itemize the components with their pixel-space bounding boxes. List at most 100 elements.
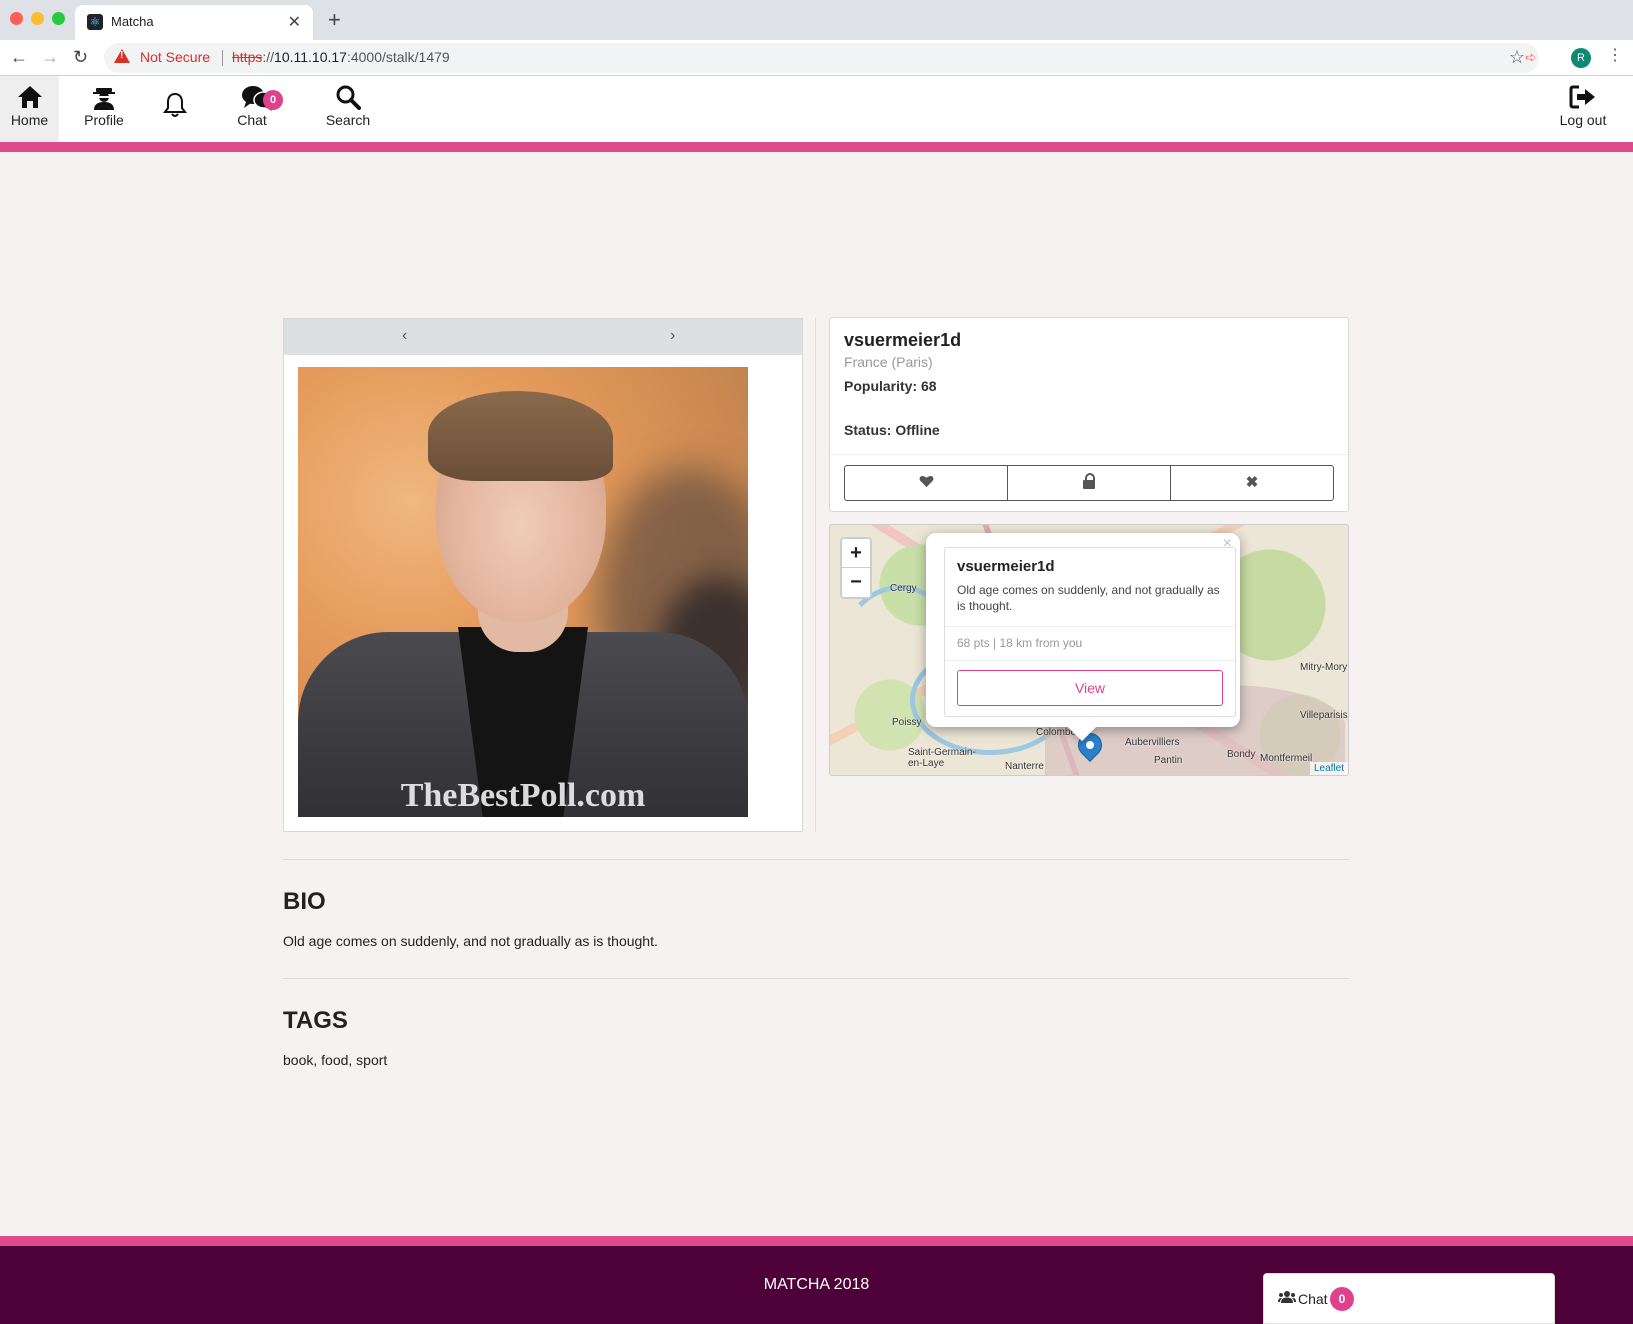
tags-text: book, food, sport [283,1052,388,1068]
popup-divider [945,660,1235,661]
url-text[interactable]: https://10.11.10.17:4000/stalk/1479 [232,49,450,65]
home-icon [0,76,59,110]
nav-logout[interactable]: Log out [1550,76,1616,142]
nav-home[interactable]: Home [0,76,59,142]
sign-out-icon [1550,76,1616,110]
popup-divider [945,626,1235,627]
nav-search-label: Search [325,112,371,128]
users-icon [1278,1291,1296,1306]
popup-bio: Old age comes on suddenly, and not gradu… [957,583,1220,613]
like-button[interactable] [845,466,1008,500]
omnibox-divider [222,50,223,66]
user-secret-icon [70,76,138,110]
chevron-right-icon[interactable]: › [670,327,675,345]
address-toolbar: ← → ↻ Not Secure https://10.11.10.17:400… [0,40,1633,76]
browser-tab[interactable]: ⚛ Matcha ✕ [75,5,313,40]
zoom-out-button[interactable]: − [842,568,870,597]
nav-search[interactable]: Search [318,76,378,142]
map-popup: × vsuermeier1d Old age comes on suddenly… [926,533,1240,727]
chevron-left-icon[interactable]: ‹ [402,327,407,345]
nav-profile[interactable]: Profile [70,76,138,142]
photo-hair [428,391,613,481]
tab-close-icon[interactable]: ✕ [288,12,301,32]
url-bar[interactable]: Not Secure https://10.11.10.17:4000/stal… [104,43,1539,73]
map-place-label: Aubervilliers [1125,737,1180,748]
browser-tabbar: ⚛ Matcha ✕ + [0,0,1633,40]
lock-icon [1083,473,1095,489]
profile-photo: TheBestPoll.com [298,367,748,817]
map-place-label: Bondy [1227,749,1256,760]
map-place-label: Montfermeil [1260,753,1313,764]
profile-action-buttons: ✖ [844,465,1334,501]
app-navbar: Home Profile 0 Chat Search Log out [0,76,1633,142]
section-divider [283,978,1349,979]
heart-icon [919,474,934,491]
new-tab-button[interactable]: + [328,8,341,32]
nav-chat-label: Chat [237,112,267,128]
section-divider [283,859,1349,860]
column-divider [815,318,816,832]
map-place-label: Pantin [1154,755,1183,766]
back-arrow-icon[interactable]: ← [10,47,28,67]
map-place-label: Villeparisis [1300,710,1348,721]
profile-username: vsuermeier1d [844,330,962,350]
footer-accent-bar [0,1236,1633,1246]
comments-icon [218,76,298,111]
url-host: 10.11.10.17 [274,49,347,65]
map-place-label: Nanterre [1005,761,1044,772]
react-icon: ⚛ [87,14,103,30]
map-place-label: Mitry-Mory [1300,662,1348,673]
popup-username: vsuermeier1d [957,558,1055,575]
bio-text: Old age comes on suddenly, and not gradu… [283,933,658,949]
url-scheme: https [232,49,263,65]
photo-carousel: ‹ › TheBestPoll.com [283,318,803,832]
chat-widget-badge: 0 [1330,1287,1354,1311]
bio-heading: BIO [283,888,326,915]
bookmark-star-icon[interactable]: ☆ [1509,47,1525,68]
tab-title: Matcha [111,14,154,29]
browser-profile-avatar[interactable]: R [1571,48,1591,68]
header-accent-bar [0,142,1633,152]
block-button[interactable] [1008,466,1171,500]
browser-menu-icon[interactable]: ⋮ [1607,46,1623,66]
window-minimize-button[interactable] [31,12,44,25]
window-close-button[interactable] [10,12,23,25]
chat-widget-label: Chat [1298,1291,1328,1307]
map-place-label: Poissy [892,717,922,728]
reload-icon[interactable]: ↻ [73,47,88,67]
card-divider [830,454,1348,455]
photo-watermark: TheBestPoll.com [400,777,646,814]
profile-info-card: vsuermeier1d France (Paris) Popularity: … [829,317,1349,512]
popup-meta: 68 pts | 18 km from you [957,636,1083,650]
leaflet-attribution-link[interactable]: Leaflet [1309,762,1348,775]
window-zoom-button[interactable] [52,12,65,25]
location-map[interactable]: Cergy Poissy Saint-Germain-en-Laye Nante… [829,524,1349,776]
nav-chat[interactable]: 0 Chat [218,76,298,142]
url-path: :4000/stalk/1479 [346,49,450,65]
security-label[interactable]: Not Secure [140,49,210,65]
close-icon: ✖ [1245,474,1259,491]
profile-popularity: Popularity: 68 [844,378,937,394]
warning-icon [114,49,130,63]
popup-card: vsuermeier1d Old age comes on suddenly, … [944,547,1236,717]
view-profile-button[interactable]: View [957,670,1223,706]
forward-arrow-icon[interactable]: → [41,47,59,67]
nav-logout-label: Log out [1559,112,1607,128]
chat-count-badge: 0 [263,90,283,110]
zoom-in-button[interactable]: + [842,539,870,568]
nav-profile-label: Profile [84,112,124,128]
map-zoom-control: + − [840,537,872,599]
map-place-label: Cergy [890,583,917,594]
nav-notifications[interactable] [155,76,195,142]
profile-location: France (Paris) [844,354,933,370]
extension-icon[interactable]: ➪ [1525,49,1543,65]
profile-status: Status: Offline [844,422,940,438]
chat-widget[interactable]: Chat 0 [1263,1273,1555,1324]
carousel-controls: ‹ › [284,319,802,355]
nav-home-label: Home [10,112,49,128]
bell-icon [155,76,195,117]
dismiss-button[interactable]: ✖ [1171,466,1333,500]
map-place-label: Saint-Germain-en-Laye [908,747,976,769]
tags-heading: TAGS [283,1007,348,1034]
search-icon [318,76,378,110]
